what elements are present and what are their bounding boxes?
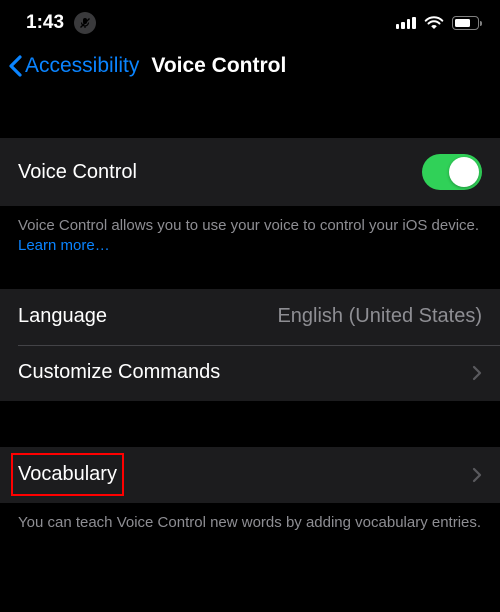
battery-icon bbox=[452, 16, 483, 30]
vocabulary-row[interactable]: Vocabulary bbox=[0, 447, 500, 503]
language-label: Language bbox=[18, 305, 107, 328]
voice-control-footer-text: Voice Control allows you to use your voi… bbox=[18, 217, 479, 234]
mic-muted-icon bbox=[74, 12, 96, 34]
customize-commands-label: Customize Commands bbox=[18, 361, 220, 384]
voice-control-label: Voice Control bbox=[18, 161, 137, 184]
vocabulary-highlight: Vocabulary bbox=[18, 463, 117, 486]
voice-control-footer: Voice Control allows you to use your voi… bbox=[0, 206, 500, 271]
voice-control-group: Voice Control bbox=[0, 138, 500, 206]
vocabulary-group: Vocabulary bbox=[0, 447, 500, 503]
learn-more-link[interactable]: Learn more… bbox=[18, 237, 110, 254]
vocabulary-footer: You can teach Voice Control new words by… bbox=[0, 503, 500, 547]
cellular-icon bbox=[396, 17, 416, 29]
back-label: Accessibility bbox=[25, 54, 139, 78]
vocabulary-label: Vocabulary bbox=[18, 463, 117, 485]
status-bar: 1:43 bbox=[0, 0, 500, 44]
chevron-left-icon bbox=[8, 54, 24, 78]
vocabulary-footer-text: You can teach Voice Control new words by… bbox=[18, 514, 481, 531]
voice-control-row[interactable]: Voice Control bbox=[0, 138, 500, 206]
page-title: Voice Control bbox=[151, 54, 286, 78]
customize-commands-row[interactable]: Customize Commands bbox=[0, 345, 500, 401]
language-value: English (United States) bbox=[277, 305, 482, 328]
back-button[interactable]: Accessibility bbox=[8, 54, 139, 78]
status-right bbox=[396, 16, 483, 30]
status-left: 1:43 bbox=[26, 12, 96, 34]
chevron-right-icon bbox=[472, 365, 482, 381]
wifi-icon bbox=[424, 16, 444, 30]
settings-group: Language English (United States) Customi… bbox=[0, 289, 500, 401]
chevron-right-icon bbox=[472, 467, 482, 483]
voice-control-toggle[interactable] bbox=[422, 154, 482, 190]
language-row[interactable]: Language English (United States) bbox=[0, 289, 500, 345]
status-time: 1:43 bbox=[26, 12, 64, 34]
nav-bar: Accessibility Voice Control bbox=[0, 44, 500, 92]
toggle-knob bbox=[449, 157, 479, 187]
